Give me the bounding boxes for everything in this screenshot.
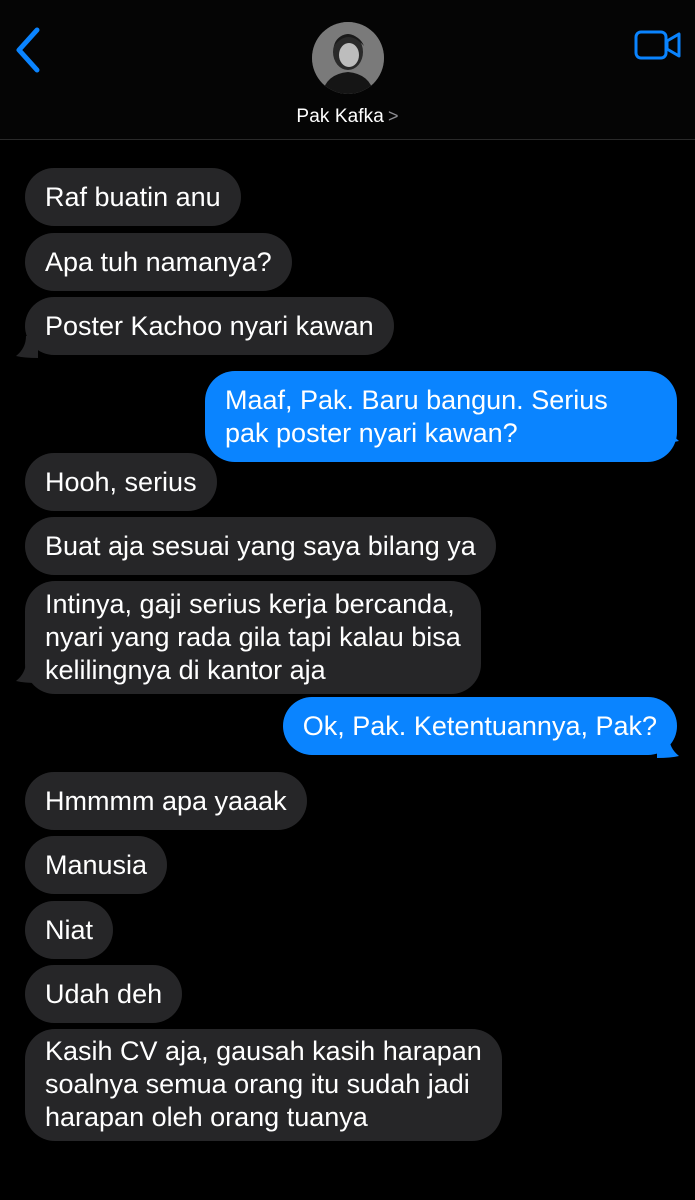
message-text: Raf buatin anu xyxy=(45,182,221,212)
message-text: Manusia xyxy=(45,850,148,880)
message-text: Buat aja sesuai yang saya bilang ya xyxy=(45,531,476,561)
message-text: Ok, Pak. Ketentuannya, Pak? xyxy=(302,711,657,741)
message-text-line: Maaf, Pak. Baru bangun. Serius xyxy=(225,385,608,415)
bubble-tail xyxy=(657,736,679,758)
message-bubble-incoming[interactable]: Udah deh xyxy=(25,965,183,1023)
bubble-tail xyxy=(16,661,38,683)
message-bubble-incoming[interactable]: Raf buatin anu xyxy=(25,168,241,226)
message-text-line: soalnya semua orang itu sudah jadi xyxy=(45,1069,470,1099)
message-text-line: Kasih CV aja, gausah kasih harapan xyxy=(45,1036,482,1066)
message-text-line: kelilingnya di kantor aja xyxy=(45,655,326,685)
message-bubble-incoming[interactable]: Intinya, gaji serius kerja bercanda, nya… xyxy=(25,581,481,694)
chevron-right-icon: > xyxy=(387,106,399,126)
message-bubble-incoming[interactable]: Niat xyxy=(25,901,114,959)
message-text-line: Intinya, gaji serius kerja bercanda, xyxy=(45,589,455,619)
message-text: Apa tuh namanya? xyxy=(45,247,272,277)
message-bubble-incoming[interactable]: Hmmmm apa yaaak xyxy=(25,772,307,830)
bubble-tail xyxy=(16,336,38,358)
video-camera-icon xyxy=(634,30,681,60)
message-bubble-incoming[interactable]: Kasih CV aja, gausah kasih harapan soaln… xyxy=(25,1029,502,1141)
message-text: Niat xyxy=(45,915,94,945)
contact-name-button[interactable]: Pak Kafka > xyxy=(0,106,695,128)
back-button[interactable] xyxy=(10,24,50,76)
message-text: Hooh, serius xyxy=(45,467,197,497)
chevron-left-icon xyxy=(16,27,40,73)
message-bubble-incoming[interactable]: Poster Kachoo nyari kawan xyxy=(25,297,394,355)
message-text: Hmmmm apa yaaak xyxy=(45,786,287,816)
message-text: Udah deh xyxy=(45,979,163,1009)
conversation-header: Pak Kafka > xyxy=(0,0,695,140)
bubble-tail xyxy=(657,421,679,443)
avatar-photo xyxy=(312,22,384,94)
message-bubble-incoming[interactable]: Hooh, serius xyxy=(25,453,217,511)
message-text-line: nyari yang rada gila tapi kalau bisa xyxy=(45,622,461,652)
message-bubble-incoming[interactable]: Buat aja sesuai yang saya bilang ya xyxy=(25,517,496,575)
message-bubble-outgoing[interactable]: Maaf, Pak. Baru bangun. Serius pak poste… xyxy=(205,371,677,462)
video-call-button[interactable] xyxy=(634,28,682,62)
message-text: Poster Kachoo nyari kawan xyxy=(45,311,374,341)
message-text-line: pak poster nyari kawan? xyxy=(225,418,518,448)
message-bubble-incoming[interactable]: Manusia xyxy=(25,836,168,894)
message-bubble-outgoing[interactable]: Ok, Pak. Ketentuannya, Pak? xyxy=(282,697,677,755)
contact-avatar[interactable] xyxy=(312,22,384,94)
message-bubble-incoming[interactable]: Apa tuh namanya? xyxy=(25,233,292,291)
message-text-line: harapan oleh orang tuanya xyxy=(45,1102,368,1132)
contact-name: Pak Kafka xyxy=(296,106,384,127)
